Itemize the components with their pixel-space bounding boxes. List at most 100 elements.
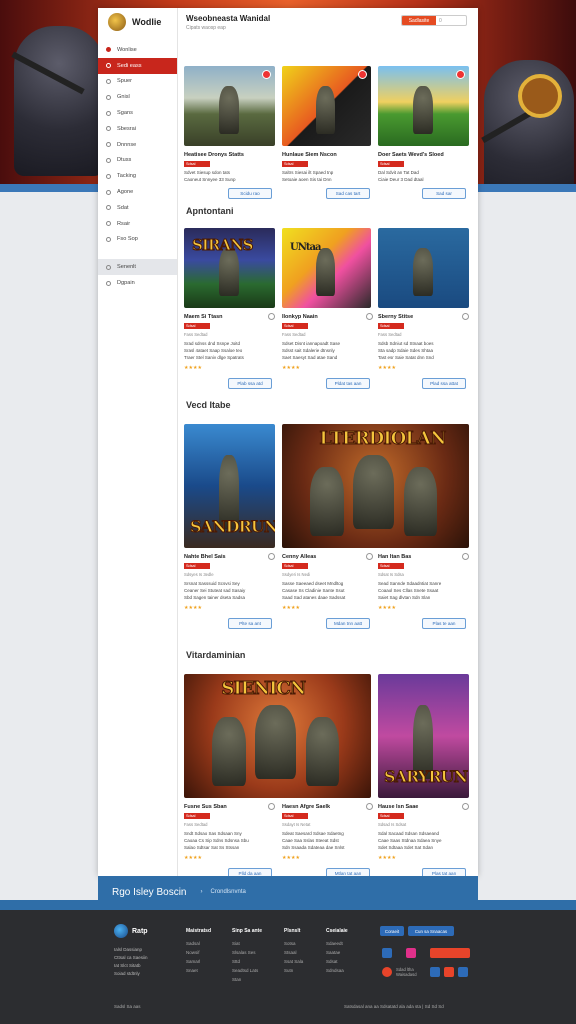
game-thumbnail[interactable]: SIENICN bbox=[184, 674, 371, 798]
play-button[interactable]: Sad cas tart bbox=[326, 188, 370, 199]
heart-icon[interactable] bbox=[366, 313, 373, 320]
sidebar-item[interactable]: Dnnnse bbox=[98, 137, 177, 153]
card-description: Sdsst sait Sdalerie dtnsnly bbox=[282, 348, 335, 353]
card-title[interactable]: Ilonkyp Naain bbox=[282, 314, 318, 320]
game-thumbnail[interactable]: SIRANS bbox=[184, 228, 275, 308]
heart-icon[interactable] bbox=[268, 553, 275, 560]
sidebar-item[interactable]: Sbesrai bbox=[98, 121, 177, 137]
game-thumbnail[interactable] bbox=[378, 66, 469, 146]
heart-icon[interactable] bbox=[366, 553, 373, 560]
footer-link[interactable]: Sttd bbox=[232, 957, 262, 966]
game-thumbnail[interactable] bbox=[184, 66, 275, 146]
card-title[interactable]: Han Itan Bas bbox=[378, 554, 411, 560]
game-thumbnail[interactable] bbox=[378, 228, 469, 308]
nav-bullet-icon bbox=[106, 142, 111, 148]
play-button[interactable]: Plab ssa atd bbox=[228, 378, 272, 389]
nav-bullet-icon bbox=[106, 236, 111, 242]
instagram-icon[interactable] bbox=[444, 967, 454, 977]
store-button[interactable]: Coraeit bbox=[380, 926, 404, 936]
nav-bullet-icon bbox=[106, 189, 111, 195]
game-thumbnail[interactable]: SARYRUN bbox=[378, 674, 469, 798]
footer-link[interactable]: Nowsif bbox=[186, 948, 211, 957]
sidebar-item[interactable]: Sdat bbox=[98, 200, 177, 216]
sidebar-item[interactable]: Gnisl bbox=[98, 89, 177, 105]
legal-links[interactable]: Satsdasal ana aa Sdsatatd ala ada sta | … bbox=[344, 1004, 444, 1009]
heart-icon[interactable] bbox=[268, 313, 275, 320]
footer-link[interactable]: Seadtsd Lats bbox=[232, 966, 262, 975]
sidebar-item[interactable]: Fso Sop bbox=[98, 232, 177, 248]
card-title[interactable]: Hause Isn Saae bbox=[378, 804, 418, 810]
play-button[interactable]: Pldat tas aan bbox=[326, 378, 370, 389]
sidebar-item[interactable]: Spuer bbox=[98, 74, 177, 90]
sidebar-item[interactable]: Senenlt bbox=[98, 259, 177, 276]
twitter-icon[interactable] bbox=[458, 967, 468, 977]
card-title[interactable]: Maem Si Ttasn bbox=[184, 314, 223, 320]
card-title[interactable]: Sberny Stitse bbox=[378, 314, 413, 320]
card-title[interactable]: Cenny Alleas bbox=[282, 554, 316, 560]
footer-link[interactable]: Stan bbox=[232, 975, 262, 984]
card-title[interactable]: Doer Saets Wevd's Sloed bbox=[378, 152, 444, 158]
play-button[interactable]: Plas te aan bbox=[422, 618, 466, 629]
copyright: Sadsl Sa aas bbox=[114, 1004, 141, 1009]
sidebar-item[interactable]: Agone bbox=[98, 184, 177, 200]
footer-link[interactable]: Ssat Sala bbox=[284, 957, 303, 966]
card-title[interactable]: Heatisee Dronys Statts bbox=[184, 152, 244, 158]
card-title[interactable]: Nahte Bhel Sais bbox=[184, 554, 226, 560]
search-button[interactable]: Sadlasite bbox=[402, 16, 436, 25]
footer-link[interactable]: Sdaeedt bbox=[326, 939, 348, 948]
play-button[interactable]: Plad ssa attat bbox=[422, 378, 466, 389]
play-button[interactable]: Plte sa ant bbox=[228, 618, 272, 629]
promo-link[interactable]: Crondlsnvnta bbox=[210, 889, 245, 895]
heart-icon[interactable] bbox=[462, 803, 469, 810]
app-logo[interactable]: Wodlie bbox=[98, 8, 177, 36]
footer-link[interactable]: Sdndsaa bbox=[326, 966, 348, 975]
app-icon[interactable] bbox=[430, 948, 470, 958]
footer-link[interactable]: Sdsat bbox=[326, 957, 348, 966]
search-input[interactable]: 0 bbox=[436, 16, 466, 25]
footer-link[interactable]: Siat bbox=[232, 939, 262, 948]
play-button[interactable]: Mdan tnn aatt bbox=[326, 618, 370, 629]
card-title[interactable]: Fusne Sus Sban bbox=[184, 804, 227, 810]
heart-icon[interactable] bbox=[268, 803, 275, 810]
star-rating: ★★★★ bbox=[184, 365, 202, 371]
facebook-icon[interactable] bbox=[430, 967, 440, 977]
game-thumbnail[interactable]: LTERDIOLAN bbox=[282, 424, 469, 548]
sidebar-item[interactable]: Sgans bbox=[98, 105, 177, 121]
sidebar-item[interactable]: Sedi eass bbox=[98, 57, 177, 74]
sidebar-item[interactable]: Dtuss bbox=[98, 153, 177, 169]
heart-icon[interactable] bbox=[366, 803, 373, 810]
card-meta: Sdsyes Is 3edle bbox=[184, 572, 214, 577]
footer-logo[interactable]: Ratp bbox=[114, 924, 148, 938]
card-title[interactable]: Haesn Afgre Saelk bbox=[282, 804, 330, 810]
youtube-icon[interactable] bbox=[382, 967, 392, 977]
footer-link[interactable]: Saatae bbox=[326, 948, 348, 957]
card-description: Srasl 4ataet Saap Ssaloe teo bbox=[184, 348, 243, 353]
footer-link[interactable]: Slsalas Ses bbox=[232, 948, 262, 957]
play-button[interactable]: Scidu rao bbox=[228, 188, 272, 199]
search-box[interactable]: Sadlasite 0 bbox=[401, 15, 467, 26]
game-thumbnail[interactable]: SANDRUN bbox=[184, 424, 275, 548]
app-icon[interactable] bbox=[406, 948, 416, 958]
app-icon[interactable] bbox=[382, 948, 392, 958]
footer-link[interactable]: Samarl bbox=[186, 957, 211, 966]
footer-link[interactable]: Sotsa bbox=[284, 939, 303, 948]
footer-link[interactable]: Snaet bbox=[186, 966, 211, 975]
card-description: Saiet Sag dlvtan Sdn Slan bbox=[378, 595, 431, 600]
game-thumbnail[interactable] bbox=[282, 66, 371, 146]
sidebar-item[interactable]: Wonlise bbox=[98, 42, 177, 58]
footer-link[interactable]: Sutn bbox=[284, 966, 303, 975]
sidebar-item[interactable]: Tacking bbox=[98, 168, 177, 184]
game-thumbnail[interactable]: UNtaa bbox=[282, 228, 371, 308]
heart-icon[interactable] bbox=[462, 313, 469, 320]
footer-link[interactable]: Stsaal bbox=[284, 948, 303, 957]
card-title[interactable]: Hunlaue Siem Nscon bbox=[282, 152, 337, 158]
sidebar-item[interactable]: Dgpain bbox=[98, 275, 177, 291]
sidebar-item[interactable]: Rsair bbox=[98, 216, 177, 232]
card-description: Srsnat Sasssuid Scsvsi Sey bbox=[184, 581, 240, 586]
promo-bar[interactable]: Rgo Isley Boscin › Crondlsnvnta bbox=[98, 876, 478, 908]
heart-icon[interactable] bbox=[462, 553, 469, 560]
footer-link[interactable]: Sadsal bbox=[186, 939, 211, 948]
store-button[interactable]: Cun sa Snaacas bbox=[408, 926, 454, 936]
play-button[interactable]: Sad sar bbox=[422, 188, 466, 199]
sidebar-item-label: Spuer bbox=[117, 78, 132, 85]
